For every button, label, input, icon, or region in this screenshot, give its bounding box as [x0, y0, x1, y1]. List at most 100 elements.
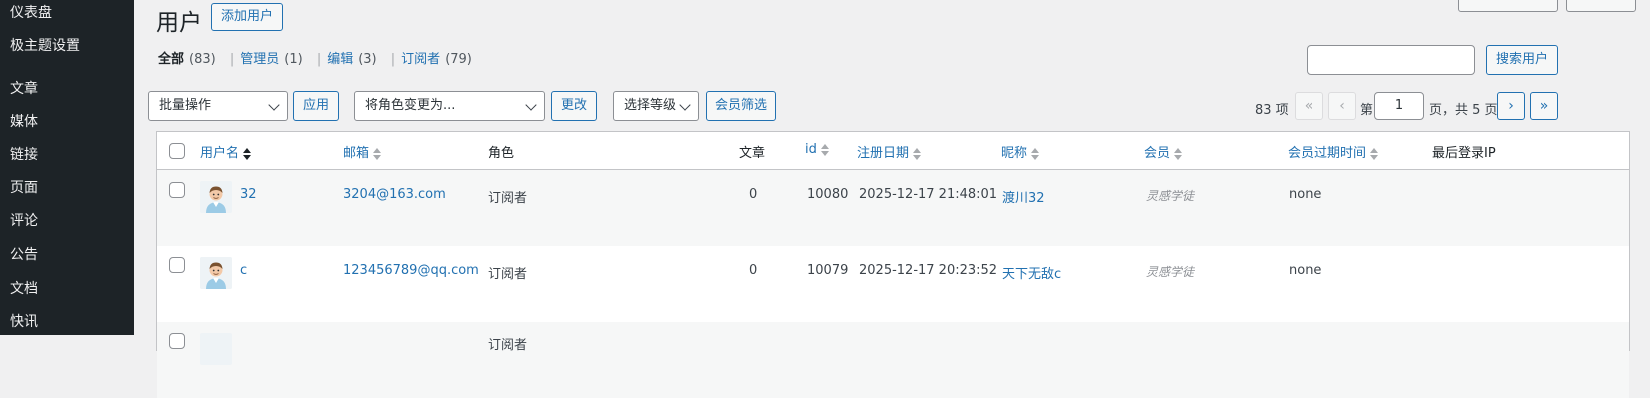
- sidebar-item-links[interactable]: 链接: [10, 144, 38, 164]
- expire-cell: none: [1289, 187, 1322, 202]
- column-registered[interactable]: 注册日期: [857, 142, 922, 161]
- chevron-down-icon: [679, 99, 691, 111]
- sort-arrows-icon: [913, 147, 922, 160]
- separator: |: [390, 52, 396, 67]
- column-email[interactable]: 邮箱: [343, 142, 382, 161]
- filter-subscriber-count: (79): [445, 52, 472, 67]
- table-header: 用户名 邮箱 角色 文章 id 注册日期 昵称 会员 会员过期时间 最后登录IP: [157, 132, 1629, 170]
- user-avatar-icon: [200, 181, 232, 213]
- filter-all[interactable]: 全部: [158, 48, 184, 67]
- column-id-label: id: [805, 142, 817, 157]
- user-avatar-icon: [200, 257, 232, 289]
- role-cell: 订阅者: [488, 267, 528, 282]
- apply-button[interactable]: 应用: [293, 91, 339, 121]
- page-prefix: 第: [1360, 103, 1374, 118]
- search-users-button[interactable]: 搜索用户: [1486, 45, 1558, 75]
- filter-all-count: (83): [189, 52, 216, 67]
- member-cell: 灵感学徒: [1146, 265, 1195, 279]
- filter-subscriber[interactable]: 订阅者: [401, 48, 440, 67]
- username-link[interactable]: 32: [240, 187, 257, 202]
- role-filter-links: 全部 (83) | 管理员 (1) | 编辑 (3) | 订阅者 (79): [158, 48, 472, 67]
- column-username[interactable]: 用户名: [200, 142, 252, 161]
- add-user-button[interactable]: 添加用户: [211, 3, 283, 31]
- sidebar-item-media[interactable]: 媒体: [10, 111, 38, 131]
- next-page-button[interactable]: ›: [1497, 92, 1525, 120]
- column-email-label: 邮箱: [343, 146, 370, 161]
- admin-sidebar: 仪表盘 极主题设置 文章 媒体 链接 页面 评论 公告 文档 快讯: [0, 0, 134, 335]
- nickname-link[interactable]: 天下无敌c: [1002, 263, 1061, 282]
- filter-administrator[interactable]: 管理员: [240, 48, 279, 67]
- sort-arrows-icon: [1370, 147, 1379, 160]
- column-role: 角色: [488, 146, 515, 161]
- user-avatar-icon: [200, 333, 232, 365]
- row-checkbox[interactable]: [169, 257, 185, 273]
- registered-cell: 2025-12-17 20:23:52: [859, 263, 998, 278]
- filter-editor[interactable]: 编辑: [327, 48, 353, 67]
- sort-arrows-icon: [243, 147, 252, 160]
- sidebar-item-posts[interactable]: 文章: [10, 78, 38, 98]
- username-link[interactable]: c: [240, 263, 247, 278]
- sidebar-item-dashboard[interactable]: 仪表盘: [10, 2, 52, 22]
- filter-editor-count: (3): [358, 52, 377, 67]
- sort-arrows-icon: [1031, 147, 1040, 160]
- column-expire[interactable]: 会员过期时间: [1288, 142, 1379, 161]
- change-button[interactable]: 更改: [551, 91, 597, 121]
- page-title: 用户: [156, 10, 202, 36]
- change-role-value: 将角色变更为...: [365, 98, 456, 113]
- sidebar-item-theme-settings[interactable]: 极主题设置: [10, 35, 80, 55]
- row-checkbox[interactable]: [169, 182, 185, 198]
- prev-page-button: ‹: [1328, 92, 1356, 120]
- main-content: 用户 添加用户 全部 (83) | 管理员 (1) | 编辑 (3) | 订阅者 (79) 搜…: [134, 0, 1650, 398]
- sidebar-item-pages[interactable]: 页面: [10, 177, 38, 197]
- email-link[interactable]: 3204@163.com: [343, 187, 446, 202]
- users-table: 用户名 邮箱 角色 文章 id 注册日期 昵称 会员 会员过期时间 最后登录IP: [156, 131, 1630, 398]
- role-cell: 订阅者: [488, 191, 528, 206]
- column-member-label: 会员: [1144, 146, 1171, 161]
- page-suffix: 页，共 5 页: [1429, 103, 1498, 118]
- sort-arrows-icon: [373, 147, 382, 160]
- filter-administrator-count: (1): [284, 52, 303, 67]
- help-button[interactable]: [1566, 0, 1636, 12]
- select-all-checkbox[interactable]: [169, 143, 185, 159]
- column-member[interactable]: 会员: [1144, 142, 1183, 161]
- nickname-link[interactable]: 渡川32: [1002, 187, 1045, 206]
- separator: |: [229, 52, 235, 67]
- sidebar-item-announcements[interactable]: 公告: [10, 244, 38, 264]
- screen-options-button[interactable]: [1458, 0, 1558, 12]
- first-page-button: «: [1295, 92, 1323, 120]
- sidebar-item-docs[interactable]: 文档: [10, 278, 38, 298]
- row-checkbox[interactable]: [169, 333, 185, 349]
- level-select[interactable]: 选择等级: [613, 91, 699, 121]
- column-nickname[interactable]: 昵称: [1001, 142, 1040, 161]
- column-registered-label: 注册日期: [857, 146, 910, 161]
- id-cell: 10079: [807, 263, 849, 278]
- posts-cell: 0: [749, 187, 758, 202]
- column-nickname-label: 昵称: [1001, 146, 1028, 161]
- change-role-select[interactable]: 将角色变更为...: [354, 91, 545, 121]
- bulk-action-value: 批量操作: [159, 98, 212, 113]
- posts-cell: 0: [749, 263, 758, 278]
- last-page-button[interactable]: »: [1530, 92, 1558, 120]
- chevron-down-icon: [268, 99, 280, 111]
- sidebar-item-comments[interactable]: 评论: [10, 210, 38, 230]
- sort-arrows-icon: [820, 143, 829, 156]
- column-last-login-ip: 最后登录IP: [1432, 146, 1496, 161]
- role-cell: 订阅者: [488, 338, 528, 353]
- sort-arrows-icon: [1174, 147, 1183, 160]
- table-row: 订阅者: [157, 322, 1629, 398]
- separator: |: [316, 52, 322, 67]
- search-input[interactable]: [1307, 45, 1475, 75]
- column-posts: 文章: [739, 146, 766, 161]
- current-page-input[interactable]: 1: [1374, 92, 1424, 120]
- member-filter-button[interactable]: 会员筛选: [706, 91, 776, 121]
- id-cell: 10080: [807, 187, 849, 202]
- sidebar-item-news[interactable]: 快讯: [10, 311, 38, 331]
- chevron-down-icon: [525, 99, 537, 111]
- bulk-action-select[interactable]: 批量操作: [148, 91, 288, 121]
- column-username-label: 用户名: [200, 146, 240, 161]
- expire-cell: none: [1289, 263, 1322, 278]
- table-row: c 123456789@qq.com 订阅者 0 10079 2025-12-1…: [157, 246, 1629, 322]
- column-id[interactable]: id: [805, 142, 829, 157]
- email-link[interactable]: 123456789@qq.com: [343, 263, 479, 278]
- registered-cell: 2025-12-17 21:48:01: [859, 187, 998, 202]
